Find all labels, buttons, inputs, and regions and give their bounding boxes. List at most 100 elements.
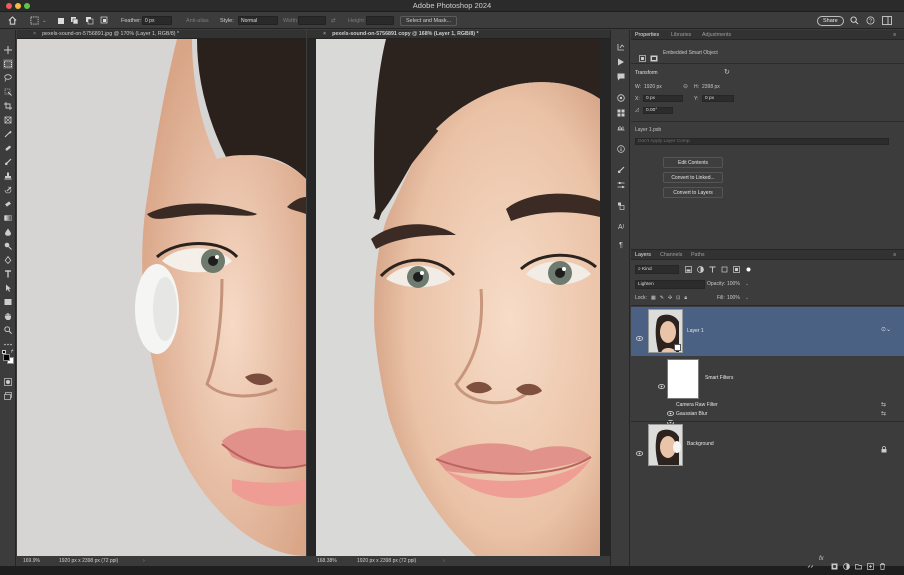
swap-colors-icon[interactable]: ↱ (10, 349, 14, 355)
character-panel-icon[interactable]: AI (616, 222, 626, 232)
workspace-icon[interactable] (882, 15, 892, 26)
panel-menu-icon[interactable]: ≡ (893, 30, 896, 40)
link-dimensions-icon[interactable]: ⊖ (683, 83, 688, 90)
help-icon[interactable]: ? (866, 15, 875, 26)
swatches-panel-icon[interactable] (616, 108, 626, 118)
select-and-mask-button[interactable]: Select and Mask... (400, 15, 458, 26)
lock-position-icon[interactable]: ✣ (668, 295, 672, 301)
color-panel-icon[interactable] (616, 93, 626, 103)
screen-mode-icon[interactable] (3, 391, 13, 401)
comments-panel-icon[interactable] (616, 72, 626, 82)
history-panel-icon[interactable] (616, 42, 626, 52)
tab-channels[interactable]: Channels (660, 250, 682, 260)
layer-row-background[interactable]: Background (631, 422, 904, 468)
lock-all-icon[interactable]: 🔒︎ (684, 295, 687, 301)
move-tool-icon[interactable] (3, 45, 13, 55)
convert-to-layers-button[interactable]: Convert to Layers (663, 187, 723, 198)
feather-input[interactable]: 0 px (142, 16, 172, 25)
share-button[interactable]: Share (817, 15, 844, 26)
rectangular-marquee-tool-icon[interactable] (3, 59, 13, 69)
new-layer-icon[interactable] (867, 557, 874, 570)
chevron-down-icon[interactable]: ⌄ (42, 15, 47, 26)
layer-row-layer-1[interactable]: Layer 1 ⊙⌄ (631, 307, 904, 356)
home-icon[interactable] (8, 15, 17, 26)
pen-tool-icon[interactable] (3, 255, 13, 265)
filter-shape-icon[interactable] (721, 266, 728, 273)
rectangle-tool-icon[interactable] (3, 297, 13, 307)
w-value[interactable]: 1920 px (644, 84, 662, 90)
eyedropper-tool-icon[interactable] (3, 129, 13, 139)
close-tab-icon[interactable]: × (33, 31, 36, 37)
layer-locked-icon[interactable] (881, 440, 887, 458)
eraser-tool-icon[interactable] (3, 199, 13, 209)
blend-mode-select[interactable]: Lighten (635, 280, 705, 289)
filter-type-icon[interactable] (709, 266, 716, 273)
h-value[interactable]: 2398 px (702, 84, 720, 90)
layer-name[interactable]: Background (687, 441, 714, 447)
hand-tool-icon[interactable] (3, 311, 13, 321)
type-tool-icon[interactable] (3, 269, 13, 279)
layer-name[interactable]: Layer 1 (687, 328, 704, 334)
intersect-selection-icon[interactable] (100, 15, 109, 26)
width-input[interactable] (298, 16, 326, 25)
link-layers-icon[interactable] (807, 557, 814, 568)
frame-tool-icon[interactable] (3, 115, 13, 125)
paragraph-panel-icon[interactable]: ¶ (616, 240, 626, 250)
fill-value[interactable]: 100% (727, 295, 740, 301)
document-window-1[interactable]: × pexels-sound-on-5756891.jpg @ 170% (Lay… (17, 30, 306, 566)
visibility-eye-icon[interactable] (666, 403, 675, 416)
chevron-down-icon[interactable]: ⌄ (745, 295, 749, 301)
edit-contents-button[interactable]: Edit Contents (663, 157, 723, 168)
clone-source-icon[interactable] (616, 201, 626, 211)
tab-paths[interactable]: Paths (691, 250, 705, 260)
layer-filter-kind-select[interactable]: ⌕ Kind (635, 265, 679, 274)
chevron-down-icon[interactable]: ⌄ (745, 281, 749, 287)
canvas-2[interactable] (316, 39, 600, 556)
visibility-eye-icon[interactable] (657, 376, 666, 389)
panel-menu-icon[interactable]: ≡ (893, 250, 896, 260)
filter-adjustment-icon[interactable] (697, 266, 704, 273)
dodge-tool-icon[interactable] (3, 241, 13, 251)
adjustment-layer-icon[interactable] (843, 557, 850, 570)
healing-brush-tool-icon[interactable] (3, 143, 13, 153)
filter-toggle-icon[interactable] (745, 266, 752, 273)
style-select[interactable]: Normal (238, 16, 278, 25)
gradient-tool-icon[interactable] (3, 213, 13, 223)
add-mask-icon[interactable] (831, 557, 838, 570)
crop-tool-icon[interactable] (3, 101, 13, 111)
filter-row-camera-raw[interactable]: Camera Raw Filter ⇆ (631, 401, 904, 416)
document-window-2[interactable]: × pexels-sound-on-5756891 copy @ 168% (La… (307, 30, 610, 566)
height-input[interactable] (366, 16, 394, 25)
tab-properties[interactable]: Properties (635, 30, 659, 40)
tab-layers[interactable]: Layers (635, 250, 651, 260)
history-brush-tool-icon[interactable] (3, 185, 13, 195)
visibility-eye-icon[interactable] (666, 412, 675, 425)
brushes-panel-icon[interactable] (616, 165, 626, 175)
visibility-eye-icon[interactable] (635, 328, 644, 341)
canvas-1[interactable] (17, 39, 306, 556)
zoom-tool-icon[interactable] (3, 325, 13, 335)
subtract-from-selection-icon[interactable] (85, 15, 94, 26)
tab-adjustments[interactable]: Adjustments (702, 30, 731, 40)
lock-transparent-icon[interactable]: ▦ (651, 295, 656, 301)
fx-icon[interactable]: fx (819, 556, 826, 563)
close-tab-icon[interactable]: × (323, 31, 326, 37)
zoom-level[interactable]: 169.9% (23, 556, 40, 566)
object-selection-tool-icon[interactable] (3, 87, 13, 97)
adjustments-sliders-icon[interactable] (616, 180, 626, 190)
convert-to-linked-button[interactable]: Convert to Linked... (663, 172, 723, 183)
info-panel-icon[interactable] (616, 144, 626, 154)
filter-row-gaussian-blur[interactable]: Gaussian Blur ⇆ (631, 410, 904, 425)
document-tab-1[interactable]: × pexels-sound-on-5756891.jpg @ 170% (Lay… (17, 30, 306, 39)
lock-artboard-icon[interactable]: ⊡ (676, 295, 680, 301)
chevron-right-icon[interactable]: › (143, 556, 145, 566)
lock-paint-icon[interactable]: ✎ (660, 295, 664, 301)
add-to-selection-icon[interactable] (70, 15, 79, 26)
x-input[interactable]: 0 px (643, 95, 683, 102)
quick-mask-icon[interactable] (3, 377, 13, 387)
visibility-eye-icon[interactable] (635, 443, 644, 456)
marquee-preset-icon[interactable] (30, 15, 39, 26)
search-icon[interactable] (850, 15, 859, 26)
zoom-level[interactable]: 168.38% (317, 556, 337, 566)
filter-options-icon[interactable]: ⇆ (881, 401, 886, 408)
